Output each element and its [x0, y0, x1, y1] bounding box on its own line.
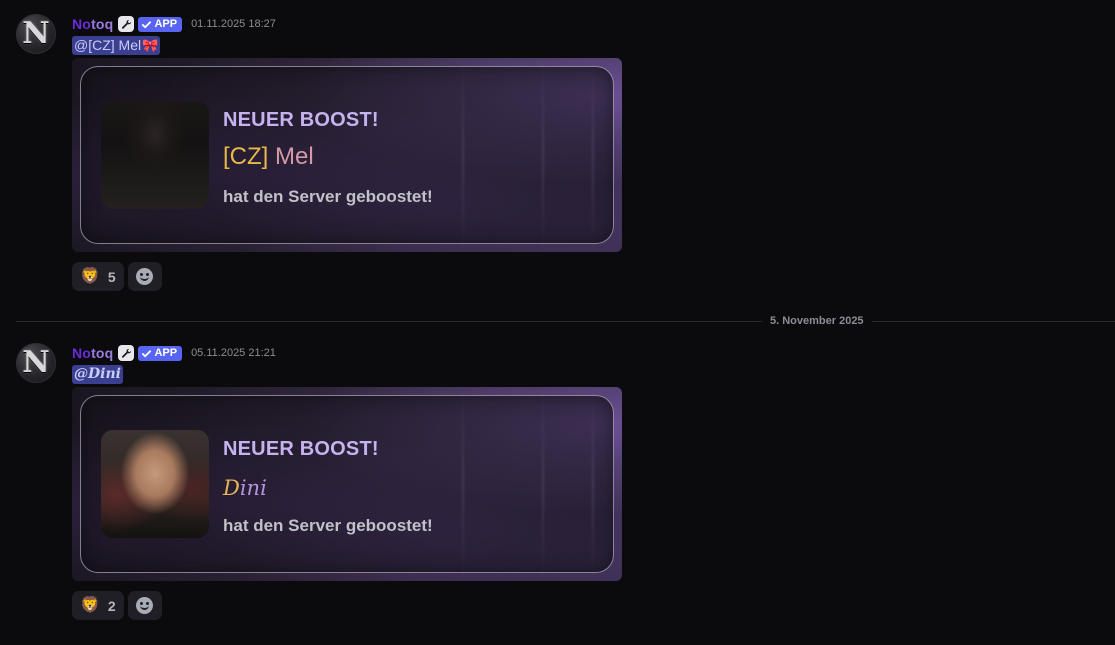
- boost-title: NEUER BOOST!: [223, 109, 379, 131]
- reactions-bar: 🦁 2: [72, 591, 162, 620]
- app-badge: APP: [138, 16, 183, 32]
- avatar-letter: N: [22, 16, 50, 51]
- member-photo: [101, 430, 209, 538]
- avatar-letter: N: [22, 345, 50, 380]
- member-photo: [101, 101, 209, 209]
- user-mention[interactable]: @Dini: [72, 365, 123, 384]
- app-badge: APP: [138, 345, 183, 361]
- reaction-button[interactable]: 🦁 5: [72, 262, 124, 291]
- boost-subtitle: hat den Server geboostet!: [223, 516, 433, 535]
- user-mention[interactable]: @[CZ] Mel 🎀: [72, 36, 161, 55]
- reaction-button[interactable]: 🦁 2: [72, 591, 124, 620]
- ribbon-emoji: 🎀: [142, 38, 159, 53]
- boost-card: NEUER BOOST! [CZ] Mel hat den Server geb…: [80, 66, 614, 244]
- username[interactable]: Notoq: [72, 345, 113, 361]
- checkmark-icon: [142, 20, 152, 28]
- timestamp: 05.11.2025 21:21: [191, 347, 276, 359]
- avatar[interactable]: N: [16, 343, 56, 383]
- boost-title: NEUER BOOST!: [223, 438, 379, 460]
- add-reaction-button[interactable]: [127, 262, 162, 291]
- embed-image[interactable]: NEUER BOOST! [CZ] Mel hat den Server geb…: [72, 58, 622, 252]
- smiley-add-reaction-icon: [136, 597, 154, 614]
- add-reaction-button[interactable]: [127, 591, 162, 620]
- boost-subtitle: hat den Server geboostet!: [223, 187, 433, 206]
- smiley-add-reaction-icon: [136, 268, 154, 285]
- boost-card: NEUER BOOST! Dini hat den Server geboost…: [80, 395, 614, 573]
- lion-emoji: 🦁: [80, 267, 100, 285]
- checkmark-icon: [142, 349, 152, 357]
- wrench-icon[interactable]: [118, 16, 135, 32]
- reaction-count: 5: [107, 268, 116, 285]
- date-divider-label: 5. November 2025: [762, 314, 872, 328]
- lion-emoji: 🦁: [80, 596, 100, 614]
- username[interactable]: Notoq: [72, 16, 113, 32]
- member-name: Dini: [223, 476, 267, 500]
- message-header: Notoq APP 01.11.2025 18:27: [72, 14, 276, 34]
- reactions-bar: 🦁 5: [72, 262, 162, 291]
- member-name: [CZ] Mel: [223, 143, 314, 170]
- date-divider: [16, 321, 1115, 322]
- timestamp: 01.11.2025 18:27: [191, 18, 276, 30]
- avatar[interactable]: N: [16, 14, 56, 54]
- embed-image[interactable]: NEUER BOOST! Dini hat den Server geboost…: [72, 387, 622, 581]
- message-header: Notoq APP 05.11.2025 21:21: [72, 343, 276, 363]
- reaction-count: 2: [107, 597, 116, 614]
- wrench-icon[interactable]: [118, 345, 135, 361]
